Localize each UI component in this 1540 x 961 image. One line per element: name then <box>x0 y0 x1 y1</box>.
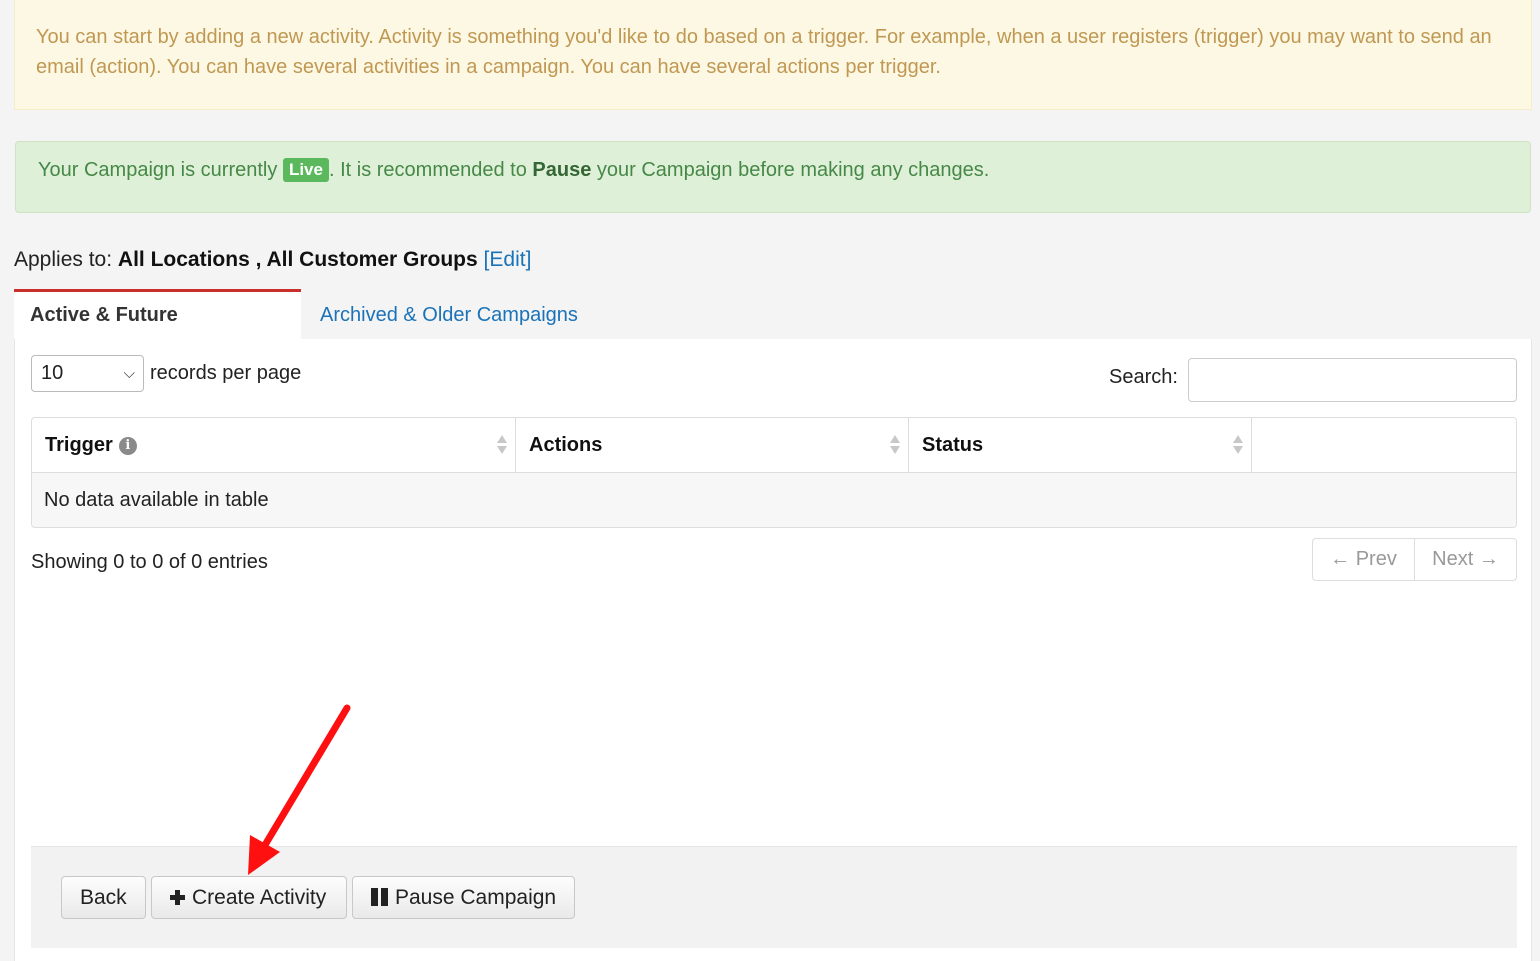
edit-applies-link[interactable]: [Edit] <box>484 248 532 271</box>
info-icon[interactable]: i <box>118 437 137 455</box>
info-notice-text: You can start by adding a new activity. … <box>36 26 1492 78</box>
create-activity-label: Create Activity <box>192 886 327 909</box>
applies-groups: All Customer Groups <box>266 248 478 271</box>
sort-icon <box>890 433 900 457</box>
create-activity-button[interactable]: Create Activity <box>151 876 347 919</box>
plus-icon <box>170 890 185 905</box>
column-header-trigger[interactable]: Trigger i <box>32 418 516 472</box>
column-trigger-label: Trigger <box>45 434 113 456</box>
search-label: Search: <box>1109 366 1178 388</box>
status-middle: . It is recommended to <box>328 159 533 181</box>
prev-page-button[interactable]: ← Prev <box>1313 539 1415 580</box>
search-input[interactable] <box>1188 358 1517 402</box>
tab-archived-older-campaigns[interactable]: Archived & Older Campaigns <box>304 289 594 339</box>
table-header: Trigger i Actions Status <box>32 418 1516 473</box>
pause-icon <box>371 888 389 906</box>
records-per-page-label: records per page <box>150 362 302 384</box>
info-notice: You can start by adding a new activity. … <box>14 0 1532 110</box>
table-empty-row: No data available in table <box>32 473 1516 527</box>
pause-campaign-label: Pause Campaign <box>395 886 557 909</box>
live-status-badge: Live <box>282 158 329 182</box>
column-header-blank <box>1252 418 1516 472</box>
tab-active-future-campaigns[interactable]: Active & Future Campaigns <box>14 289 301 373</box>
applies-label: Applies to: <box>14 248 118 271</box>
next-page-button[interactable]: Next → <box>1415 539 1516 580</box>
tab-panel: 10 ⌵ records per page Search: Trigger i A… <box>14 339 1532 961</box>
column-header-status[interactable]: Status <box>909 418 1252 472</box>
pagination: ← Prev Next → <box>1312 538 1517 581</box>
status-prefix: Your Campaign is currently <box>38 159 283 181</box>
pause-campaign-button[interactable]: Pause Campaign <box>352 876 575 919</box>
sort-icon <box>1233 433 1243 457</box>
records-per-page-control: 10 ⌵ records per page <box>31 355 301 392</box>
column-actions-label: Actions <box>529 434 603 456</box>
chevron-down-icon: ⌵ <box>123 365 135 382</box>
column-status-label: Status <box>922 434 984 456</box>
page-size-select[interactable]: 10 ⌵ <box>31 355 144 392</box>
status-suffix: your Campaign before making any changes. <box>591 159 990 181</box>
form-actions: Back Create Activity Pause Campaign <box>31 846 1517 948</box>
applies-locations: All Locations <box>117 248 250 271</box>
applies-to-line: Applies to: All Locations , All Customer… <box>14 246 531 274</box>
page-size-value: 10 <box>41 362 64 384</box>
campaign-status-alert: Your Campaign is currently Live. It is r… <box>15 141 1531 213</box>
sort-icon <box>497 433 507 457</box>
table-info: Showing 0 to 0 of 0 entries <box>31 551 268 573</box>
activities-table: Trigger i Actions Status No data availabl… <box>31 417 1517 528</box>
back-button[interactable]: Back <box>61 876 146 919</box>
applies-separator: , <box>249 248 267 271</box>
campaign-tabs: Active & Future Campaigns Archived & Old… <box>14 289 1532 373</box>
status-pause-emphasis: Pause <box>532 159 592 181</box>
column-header-actions[interactable]: Actions <box>516 418 909 472</box>
back-button-label: Back <box>80 886 127 909</box>
